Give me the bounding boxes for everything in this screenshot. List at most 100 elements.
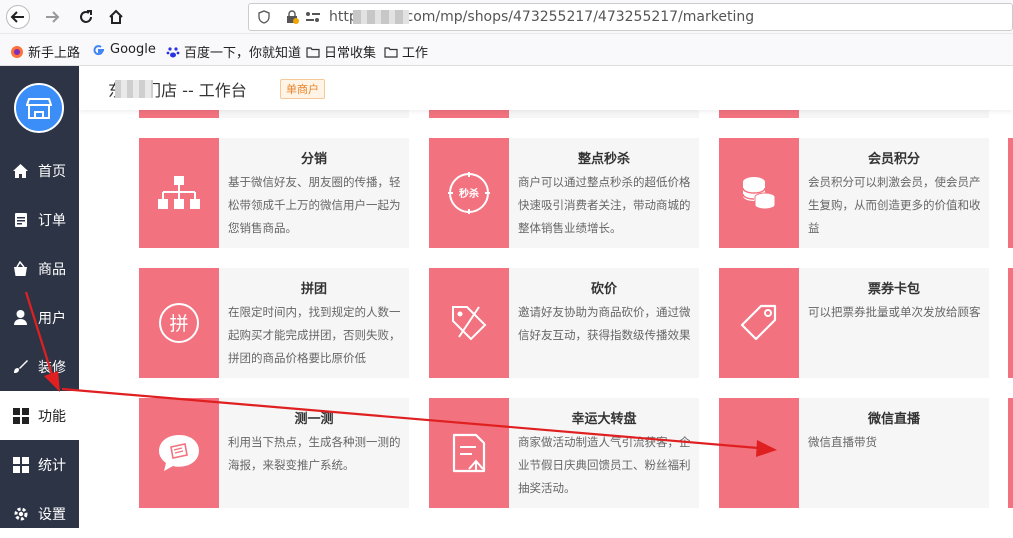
permissions-icon <box>306 12 320 22</box>
bookmark-label: 工作 <box>402 46 429 61</box>
sidebar: 首页 订单 商品 用户 装修 功能 统计 设置 <box>0 66 79 528</box>
feature-card-points[interactable]: 会员积分 会员积分可以刺激会员，使会员产生复购，从而创造更多的价值和收益 <box>719 138 989 248</box>
grid-icon <box>12 456 29 473</box>
sidebar-item-products[interactable]: 商品 <box>0 244 79 293</box>
svg-text:秒杀: 秒杀 <box>459 187 479 200</box>
feature-card-group-buy[interactable]: 拼 拼团 在限定时间内，找到规定的人数一起购买才能完成拼团，否则失败，拼团的商品… <box>139 268 409 378</box>
address-bar[interactable]: https://a n.com/mp/shops/473255217/47325… <box>248 3 1013 31</box>
feature-card-live[interactable]: 微信直播 微信直播带货 <box>719 398 989 508</box>
card-description: 在限定时间内，找到规定的人数一起购买才能完成拼团，否则失败，拼团的商品价格要比原… <box>228 305 401 365</box>
card-partial <box>1008 398 1013 508</box>
marketing-panel: 分销 基于微信好友、朋友圈的传播，轻松带领成千上万的微信用户一起为您销售商品。 … <box>79 110 1013 528</box>
card-title: 拼团 <box>300 282 327 297</box>
bookmarks-bar: 新手上路 Google 百度一下，你就知道 日常收集 工作 <box>0 34 1013 66</box>
sidebar-item-label: 首页 <box>38 163 66 180</box>
sidebar-item-users[interactable]: 用户 <box>0 293 79 342</box>
card-description: 微信直播带货 <box>808 435 877 449</box>
card-description: 商户可以通过整点秒杀的超低价格快速吸引消费者关注，带动商城的整体销售业绩增长。 <box>518 175 691 235</box>
forward-button[interactable] <box>40 5 64 29</box>
folder-icon <box>384 46 398 58</box>
brush-icon <box>12 358 29 375</box>
home-button[interactable] <box>104 5 128 29</box>
card-partial <box>719 110 989 118</box>
bookmark-label: Google <box>110 42 156 57</box>
grid-icon <box>12 407 29 424</box>
baidu-paw-icon <box>166 46 180 57</box>
pin-icon: 拼 <box>139 268 219 378</box>
sidebar-item-label: 功能 <box>38 408 66 425</box>
shop-icon <box>26 98 52 119</box>
card-title: 票券卡包 <box>867 282 920 297</box>
arrow-left-icon <box>10 11 24 23</box>
sidebar-item-label: 统计 <box>38 457 66 474</box>
card-partial <box>429 110 699 118</box>
tree-icon <box>139 138 219 248</box>
gear-icon <box>12 505 29 522</box>
card-title: 幸运大转盘 <box>571 412 637 427</box>
card-partial <box>139 110 409 118</box>
card-title: 会员积分 <box>867 152 920 167</box>
feature-card-quiz[interactable]: 测一测 利用当下热点，生成各种测一测的海报，来裂变推广系统。 <box>139 398 409 508</box>
sidebar-item-settings[interactable]: 设置 <box>0 489 79 538</box>
card-description: 可以把票券批量或单次发放给顾客 <box>808 305 981 319</box>
sidebar-item-decoration[interactable]: 装修 <box>0 342 79 391</box>
bookmark-folder-work[interactable]: 工作 <box>384 42 428 61</box>
card-description: 基于微信好友、朋友圈的传播，轻松带领成千上万的微信用户一起为您销售商品。 <box>228 175 401 235</box>
google-icon <box>93 44 104 55</box>
card-title: 微信直播 <box>867 412 920 427</box>
ticket-icon <box>719 268 799 378</box>
shield-icon <box>258 10 270 24</box>
live-icon <box>719 398 799 508</box>
card-partial <box>1008 268 1013 378</box>
feature-card-bargain[interactable]: 砍价 邀请好友协助为商品砍价，通过微信好友互动，获得指数级传播效果 <box>429 268 699 378</box>
bag-icon <box>12 260 29 277</box>
chat-icon <box>139 398 219 508</box>
card-description: 商家做活动制造人气引流获客，企业节假日庆典回馈员工、粉丝福利抽奖活动。 <box>518 435 691 495</box>
bookmark-google[interactable]: Google <box>92 42 156 57</box>
document-icon <box>429 398 509 508</box>
card-title: 测一测 <box>294 412 334 427</box>
bookmark-baidu[interactable]: 百度一下，你就知道 <box>166 42 301 61</box>
bookmark-label: 日常收集 <box>324 46 377 61</box>
sidebar-item-features[interactable]: 功能 <box>0 391 79 440</box>
firefox-icon <box>11 45 23 58</box>
card-title: 分销 <box>300 152 327 167</box>
store-type-badge: 单商户 <box>280 79 325 99</box>
store-logo[interactable] <box>14 83 64 133</box>
home-icon <box>12 162 29 179</box>
feature-card-seckill[interactable]: 秒杀 整点秒杀 商户可以通过整点秒杀的超低价格快速吸引消费者关注，带动商城的整体… <box>429 138 699 248</box>
feature-card-distribution[interactable]: 分销 基于微信好友、朋友圈的传播，轻松带领成千上万的微信用户一起为您销售商品。 <box>139 138 409 248</box>
card-partial <box>1008 138 1013 248</box>
svg-text:拼: 拼 <box>169 313 188 335</box>
bookmark-firefox[interactable]: 新手上路 <box>10 42 80 61</box>
feature-card-lucky-wheel[interactable]: 幸运大转盘 商家做活动制造人气引流获客，企业节假日庆典回馈员工、粉丝福利抽奖活动… <box>429 398 699 508</box>
card-title: 砍价 <box>590 282 617 297</box>
sidebar-item-label: 装修 <box>38 359 66 376</box>
card-title: 整点秒杀 <box>577 152 630 167</box>
sidebar-item-label: 用户 <box>38 310 66 327</box>
bookmark-label: 百度一下，你就知道 <box>184 46 302 61</box>
order-icon <box>12 211 29 228</box>
sidebar-item-orders[interactable]: 订单 <box>0 195 79 244</box>
back-button[interactable] <box>6 5 30 29</box>
browser-toolbar: https://a n.com/mp/shops/473255217/47325… <box>0 0 1013 34</box>
page-header: 东 能门店 -- 工作台 单商户 <box>79 66 1013 110</box>
seckill-icon: 秒杀 <box>429 138 509 248</box>
cut-tag-icon <box>429 268 509 378</box>
redaction-mask <box>353 10 409 24</box>
bookmark-folder-daily[interactable]: 日常收集 <box>306 42 376 61</box>
sidebar-item-home[interactable]: 首页 <box>0 146 79 195</box>
sidebar-item-label: 设置 <box>38 506 66 523</box>
sidebar-item-label: 订单 <box>38 212 66 229</box>
lock-warning-icon <box>287 10 299 24</box>
reload-button[interactable] <box>74 5 98 29</box>
user-icon <box>12 309 29 326</box>
card-description: 利用当下热点，生成各种测一测的海报，来裂变推广系统。 <box>228 435 401 472</box>
folder-icon <box>306 46 320 58</box>
card-description: 邀请好友协助为商品砍价，通过微信好友互动，获得指数级传播效果 <box>518 305 691 342</box>
coins-icon <box>719 138 799 248</box>
sidebar-item-stats[interactable]: 统计 <box>0 440 79 489</box>
card-description: 会员积分可以刺激会员，使会员产生复购，从而创造更多的价值和收益 <box>808 175 981 235</box>
feature-card-coupon[interactable]: 票券卡包 可以把票券批量或单次发放给顾客 <box>719 268 989 378</box>
redaction-mask <box>115 80 153 98</box>
